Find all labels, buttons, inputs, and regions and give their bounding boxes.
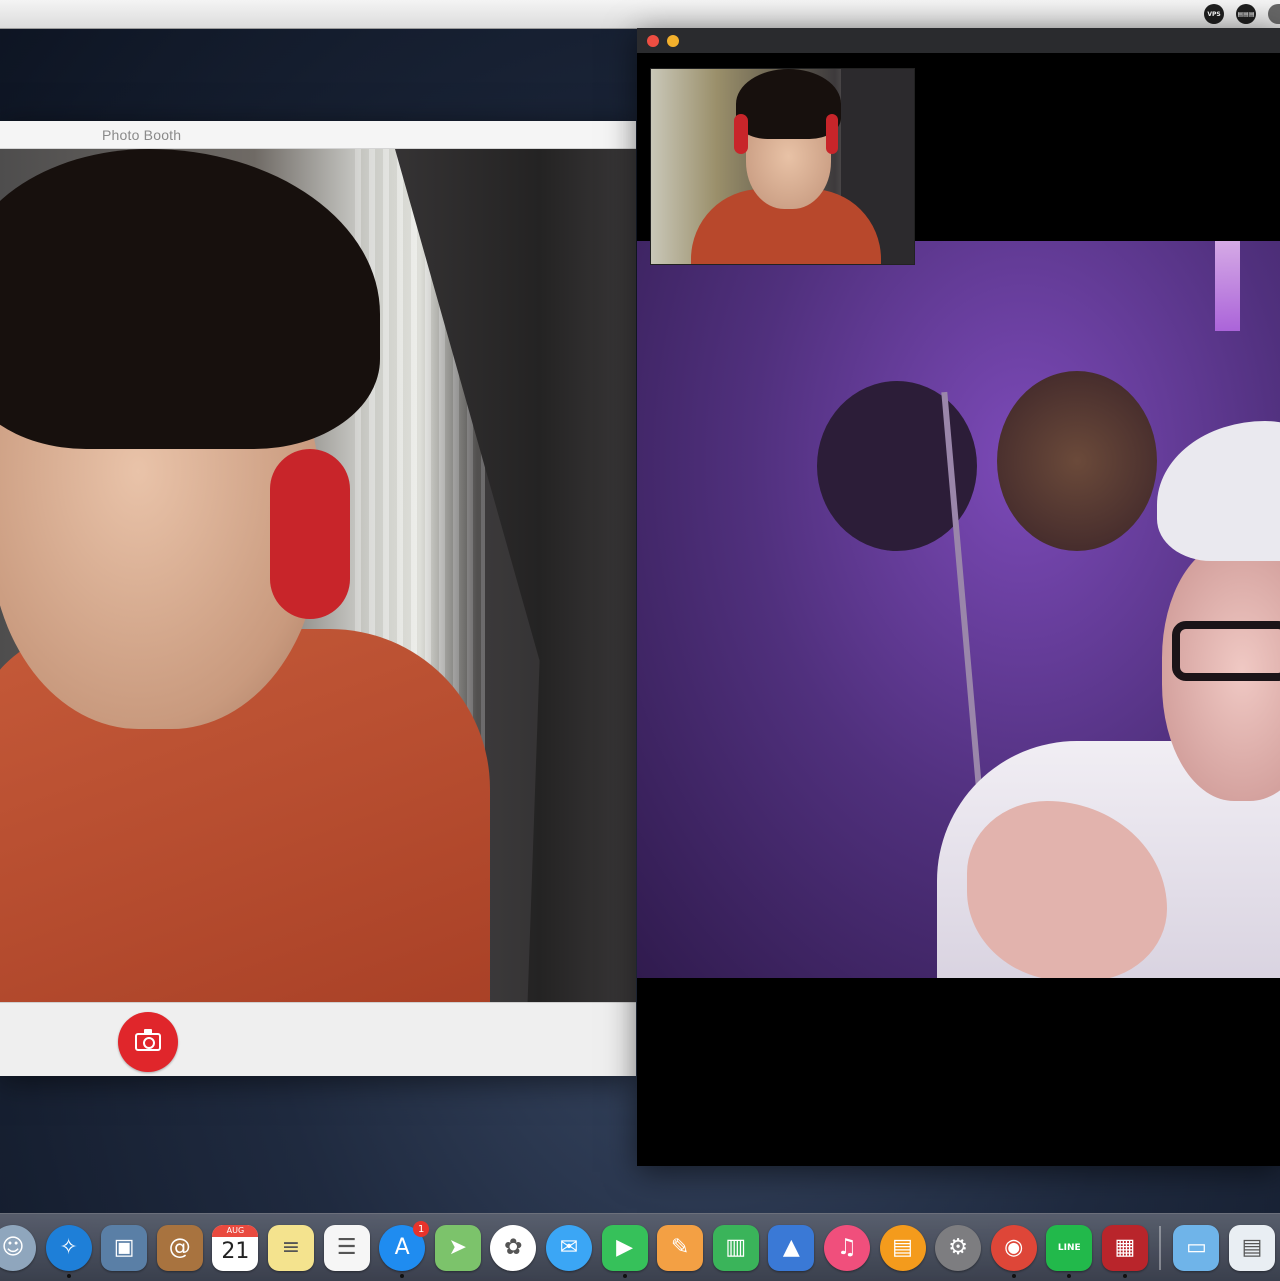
menu-bar: VPS ▤▤▤	[0, 0, 1280, 29]
stack-icon: ▤	[1241, 1235, 1263, 1260]
reminders-icon: ☰	[336, 1235, 357, 1260]
book-icon: ▤	[892, 1235, 913, 1260]
dock-item-pages[interactable]: ✎	[657, 1225, 704, 1271]
facetime-icon: ▶	[616, 1235, 633, 1260]
calendar-day: 21	[221, 1239, 250, 1264]
running-indicator	[622, 1274, 627, 1278]
music-note-icon: ♫	[837, 1235, 857, 1260]
running-indicator	[1011, 1274, 1016, 1278]
dock-item-system-preferences[interactable]: ⚙	[935, 1225, 982, 1271]
contacts-icon: @	[168, 1235, 191, 1260]
remote-person-glasses	[1172, 621, 1280, 681]
notes-icon: ≡	[281, 1235, 301, 1260]
dock-item-app-store[interactable]: A1	[379, 1221, 430, 1278]
dock-item-chrome[interactable]: ◉	[990, 1225, 1037, 1278]
dock-separator	[1159, 1226, 1162, 1270]
app-store-icon: A	[394, 1235, 410, 1260]
chrome-icon: ◉	[1004, 1235, 1024, 1260]
folder-icon: ▭	[1186, 1235, 1207, 1260]
wall-light	[1215, 241, 1240, 331]
running-indicator	[400, 1274, 405, 1278]
dock-item-downloads-folder[interactable]: ▭	[1173, 1225, 1220, 1271]
dock-item-documents-stack[interactable]: ▤	[1229, 1225, 1276, 1271]
photo-booth-camera-preview	[0, 149, 636, 1002]
camera-icon	[135, 1029, 161, 1051]
close-button[interactable]	[647, 34, 659, 47]
window-title: Photo Booth	[102, 126, 182, 143]
dock-item-calendar[interactable]: AUG 21	[212, 1225, 259, 1271]
photo-booth-window: Photo Booth	[0, 121, 636, 1076]
red-headphone	[270, 449, 350, 619]
dock-item-photos[interactable]: ✿	[490, 1225, 537, 1271]
dock-item-maps[interactable]: ➤	[434, 1225, 481, 1271]
leopard-cap	[997, 371, 1157, 551]
minimize-button[interactable]	[667, 34, 679, 47]
finder-icon: ☺	[1, 1235, 25, 1260]
photo-booth-toolbar	[0, 1002, 636, 1076]
dock-item-photo-booth[interactable]: ▦	[1101, 1225, 1148, 1278]
facetime-window	[637, 28, 1280, 1166]
status-icon-partial[interactable]	[1268, 4, 1280, 24]
take-photo-button[interactable]	[118, 1012, 178, 1072]
preview-icon: ▣	[113, 1235, 135, 1260]
dock: ☺ ✧ ▣ @ AUG 21 ≡ ☰ A 1 ➤ ✿ ✉ ▶ ✎ ▥ ▲ ♫ ▤ ⚙ ◉ LINE ▦ ▭ ▤	[0, 1213, 1280, 1281]
dock-item-ibooks[interactable]: ▤	[879, 1225, 926, 1271]
dock-app-list: ☺ ✧ ▣ @ AUG 21 ≡ ☰ A 1 ➤ ✿ ✉ ▶ ✎ ▥ ▲ ♫ ▤ ⚙ ◉ LINE ▦ ▭ ▤	[0, 1221, 1280, 1278]
dock-item-messages[interactable]: ✉	[545, 1225, 592, 1271]
dock-item-line[interactable]: LINE	[1046, 1225, 1093, 1278]
dock-item-safari[interactable]: ✧	[45, 1225, 92, 1278]
self-view-headphone-right	[826, 114, 838, 154]
maps-icon: ➤	[448, 1235, 467, 1260]
photo-booth-titlebar[interactable]: Photo Booth	[0, 121, 636, 149]
dock-item-preview[interactable]: ▣	[101, 1225, 148, 1271]
dock-item-numbers[interactable]: ▥	[712, 1225, 759, 1271]
running-indicator	[1067, 1274, 1072, 1278]
dock-item-keynote[interactable]: ▲	[768, 1225, 815, 1271]
gear-icon: ⚙	[948, 1235, 968, 1260]
dock-item-facetime[interactable]: ▶	[601, 1225, 648, 1278]
person-hair	[0, 149, 380, 449]
remote-video	[637, 241, 1280, 978]
compass-icon: ✧	[59, 1235, 78, 1260]
facetime-titlebar[interactable]	[637, 28, 1280, 53]
self-view-headphone-left	[734, 114, 748, 154]
keyboard-icon[interactable]: ▤▤▤	[1236, 4, 1256, 24]
numbers-icon: ▥	[725, 1235, 747, 1260]
photos-icon: ✿	[504, 1235, 523, 1260]
dock-item-reminders[interactable]: ☰	[323, 1225, 370, 1271]
messages-icon: ✉	[559, 1235, 579, 1260]
notification-badge: 1	[413, 1221, 430, 1237]
status-bubble-icon[interactable]: VPS	[1204, 4, 1224, 24]
calendar-month: AUG	[212, 1225, 259, 1237]
photo-booth-icon: ▦	[1114, 1235, 1136, 1260]
remote-person-cap	[1157, 421, 1280, 561]
menu-bar-status-icons: VPS ▤▤▤	[1204, 3, 1280, 25]
dock-item-itunes[interactable]: ♫	[823, 1225, 870, 1271]
dock-item-finder[interactable]: ☺	[0, 1225, 36, 1271]
running-indicator	[66, 1274, 71, 1278]
running-indicator	[1122, 1274, 1127, 1278]
dock-item-notes[interactable]: ≡	[267, 1225, 314, 1271]
pages-icon: ✎	[670, 1235, 690, 1260]
line-icon: LINE	[1057, 1243, 1081, 1253]
dock-item-contacts[interactable]: @	[156, 1225, 203, 1271]
self-view-preview[interactable]	[650, 68, 915, 265]
keynote-icon: ▲	[782, 1235, 800, 1260]
